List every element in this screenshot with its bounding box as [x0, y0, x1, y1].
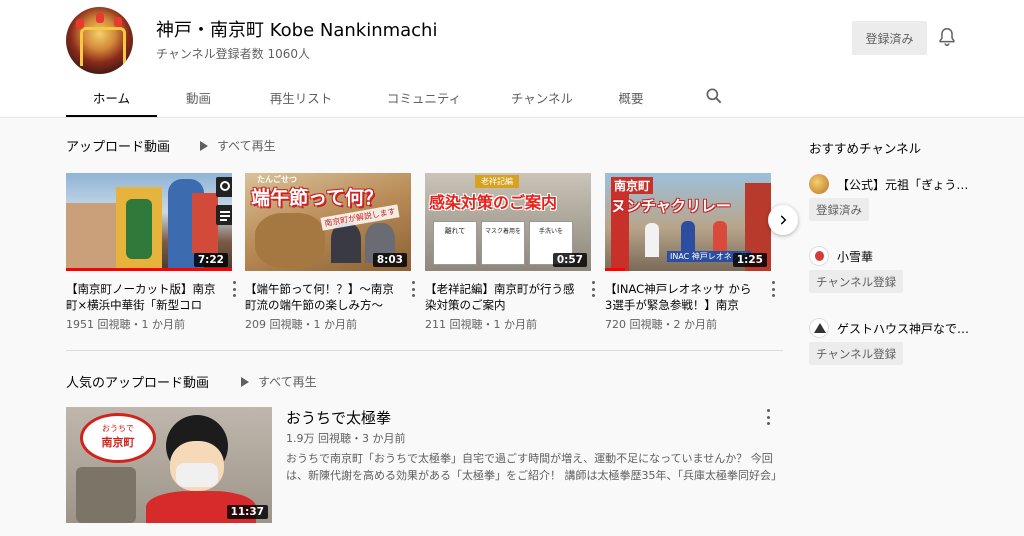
- tab-home[interactable]: ホーム: [66, 80, 157, 117]
- video-duration: 11:37: [226, 505, 268, 519]
- recommended-channel-name[interactable]: 【公式】元祖「ぎょう…: [837, 176, 968, 193]
- recommended-channels-title: おすすめチャンネル: [809, 141, 922, 156]
- video-title[interactable]: 【南京町ノーカット版】南京町×横浜中華街「新型コロナ…: [66, 281, 216, 313]
- uploads-section-title: アップロード動画: [66, 140, 171, 155]
- carousel-next-button[interactable]: [768, 205, 798, 235]
- tab-videos[interactable]: 動画: [157, 80, 240, 115]
- tab-about[interactable]: 概要: [598, 80, 664, 115]
- channel-avatar[interactable]: [809, 246, 829, 266]
- play-icon: [200, 140, 208, 151]
- video-card[interactable]: 南京町 ヌンチャクリレー INAC 神戸レオネッサ 1:25 【INAC神戸レオ…: [605, 173, 775, 331]
- subscriber-count: チャンネル登録者数 1060人: [156, 47, 310, 61]
- oucchi-nankinmachi-logo: おうちで 南京町: [80, 413, 156, 463]
- more-options-icon[interactable]: [232, 281, 236, 297]
- channel-title: 神戸・南京町 Kobe Nankinmachi: [156, 20, 438, 41]
- more-options-icon[interactable]: [766, 409, 770, 425]
- watch-later-icon[interactable]: [216, 177, 232, 197]
- video-duration: 1:25: [732, 253, 767, 267]
- video-thumbnail[interactable]: 7:22: [66, 173, 232, 271]
- video-title[interactable]: 【端午節って何！？】〜南京町流の端午節の楽しみ方〜: [245, 281, 395, 313]
- video-duration: 7:22: [193, 253, 228, 267]
- video-duration: 0:57: [552, 253, 587, 267]
- featured-video-title[interactable]: おうちで太極拳: [286, 407, 391, 428]
- chevron-right-icon: [780, 215, 787, 225]
- play-all-label: すべて再生: [217, 139, 276, 153]
- channel-avatar[interactable]: [66, 7, 133, 74]
- section-divider: [66, 350, 783, 351]
- video-meta: 209 回視聴・1 か月前: [245, 318, 357, 331]
- popular-play-all[interactable]: すべて再生: [241, 373, 317, 390]
- more-options-icon[interactable]: [771, 281, 775, 297]
- popular-section-title: 人気のアップロード動画: [66, 376, 210, 391]
- featured-video-description: おうちで南京町「おうちで太極拳」自宅で過ごす時間が増え、運動不足になっていません…: [286, 452, 782, 482]
- video-meta: 1951 回視聴・1 か月前: [66, 318, 185, 331]
- video-card[interactable]: 老祥記編 感染対策のご案内 離れて マスク着用を 手洗いを 0:57 【老祥記編…: [425, 173, 595, 331]
- featured-video-meta: 1.9万 回視聴・3 か月前: [286, 432, 406, 445]
- video-card[interactable]: たんごせつ 端午節って何？ 南京町が解説します 8:03 【端午節って何！？】〜…: [245, 173, 415, 331]
- recommended-channel-name[interactable]: 小雪華: [837, 248, 873, 265]
- thumb-heading: 端午節って何？: [251, 187, 384, 209]
- channel-tabs: ホーム 動画 再生リスト コミュニティ チャンネル 概要: [66, 80, 664, 117]
- subscribed-button[interactable]: 登録済み: [809, 198, 869, 221]
- thumb-panel: 離れて: [433, 221, 477, 265]
- video-meta: 720 回視聴・2 か月前: [605, 318, 717, 331]
- video-meta: 211 回視聴・1 か月前: [425, 318, 537, 331]
- notification-bell-icon[interactable]: [936, 26, 958, 48]
- video-duration: 8:03: [372, 253, 407, 267]
- tab-playlists[interactable]: 再生リスト: [240, 80, 362, 115]
- play-all-label: すべて再生: [258, 375, 317, 389]
- recommended-channel-name[interactable]: ゲストハウス神戸なで…: [837, 320, 969, 337]
- more-options-icon[interactable]: [411, 281, 415, 297]
- subscribe-button[interactable]: チャンネル登録: [809, 270, 904, 293]
- search-icon[interactable]: [704, 86, 724, 106]
- video-thumbnail[interactable]: 老祥記編 感染対策のご案内 離れて マスク着用を 手洗いを 0:57: [425, 173, 591, 271]
- video-title[interactable]: 【INAC神戸レオネッサ から3選手が緊急参戦！】南京町…: [605, 281, 755, 313]
- play-icon: [241, 376, 249, 387]
- subscribed-button[interactable]: 登録済み: [852, 21, 927, 55]
- tab-channels[interactable]: チャンネル: [486, 80, 598, 115]
- video-thumbnail[interactable]: 南京町 ヌンチャクリレー INAC 神戸レオネッサ 1:25: [605, 173, 771, 271]
- featured-video-thumbnail[interactable]: おうちで 南京町 11:37: [66, 407, 272, 523]
- channel-avatar[interactable]: [809, 318, 829, 338]
- thumb-tag: 南京町: [611, 177, 654, 194]
- video-card[interactable]: 7:22 【南京町ノーカット版】南京町×横浜中華街「新型コロナ… 1951 回視…: [66, 173, 236, 331]
- subscribe-button[interactable]: チャンネル登録: [809, 342, 904, 365]
- thumb-panel: マスク着用を: [481, 221, 525, 265]
- watched-progress-bar: [66, 268, 232, 271]
- thumb-tag: 老祥記編: [475, 175, 519, 188]
- channel-header: 神戸・南京町 Kobe Nankinmachi チャンネル登録者数 1060人 …: [0, 0, 1024, 118]
- add-to-queue-icon[interactable]: [216, 205, 232, 225]
- thumb-heading: 感染対策のご案内: [429, 193, 558, 212]
- watched-progress-bar: [605, 268, 625, 271]
- uploads-play-all[interactable]: すべて再生: [200, 137, 276, 154]
- channel-avatar[interactable]: [809, 174, 829, 194]
- video-title[interactable]: 【老祥記編】南京町が行う感染対策のご案内: [425, 281, 575, 313]
- tab-community[interactable]: コミュニティ: [362, 80, 486, 115]
- thumb-heading: ヌンチャクリレー: [611, 197, 731, 215]
- video-thumbnail[interactable]: たんごせつ 端午節って何？ 南京町が解説します 8:03: [245, 173, 411, 271]
- more-options-icon[interactable]: [591, 281, 595, 297]
